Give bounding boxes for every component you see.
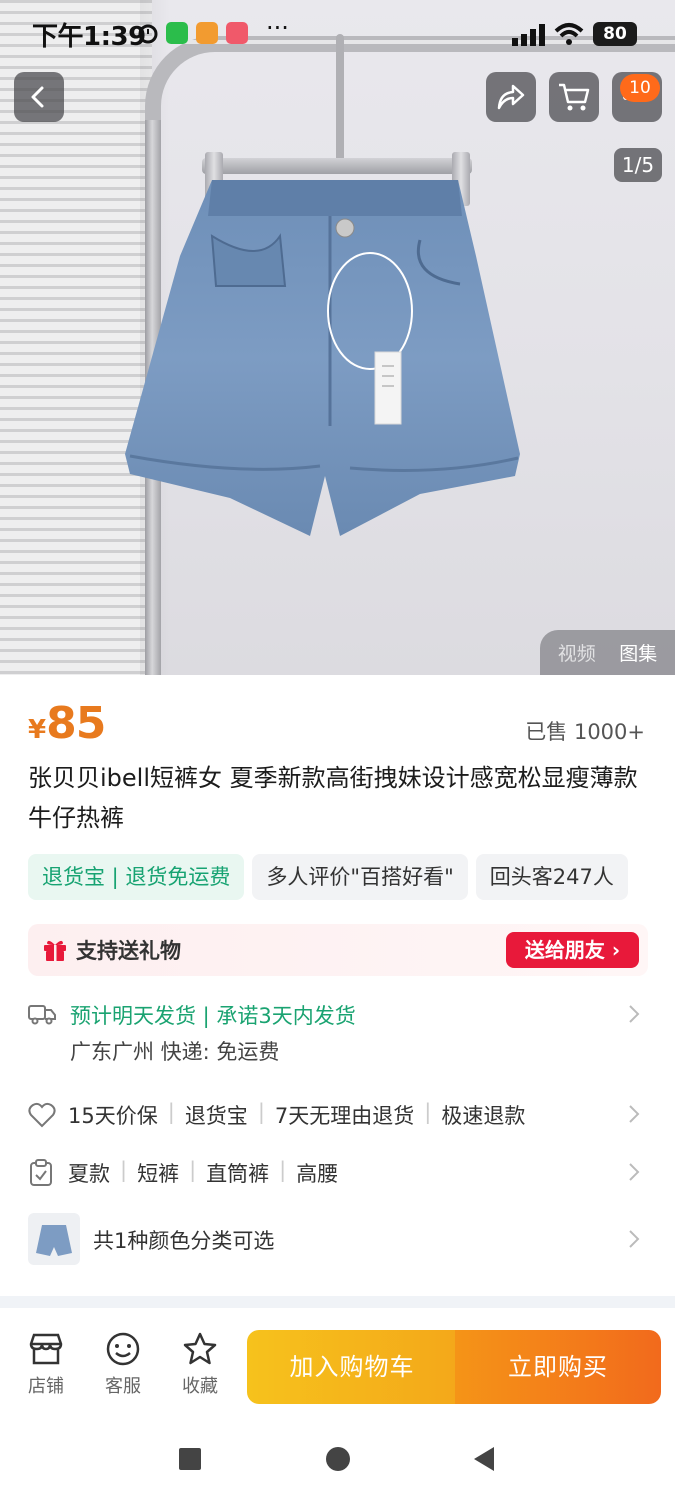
customer-service-label: 客服: [105, 1376, 141, 1397]
wechat-icon: [166, 22, 188, 44]
delivery-truck-icon: [28, 1002, 56, 1030]
star-icon: [183, 1332, 217, 1365]
cart-count-badge: 10: [620, 74, 660, 102]
app-icon: [226, 22, 248, 44]
tag-review-highlight[interactable]: 多人评价"百搭好看": [252, 854, 468, 900]
product-attributes-row[interactable]: 夏款 | 短裤 | 直筒裤 | 高腰: [28, 1158, 648, 1188]
bottom-action-bar: 店铺 客服 收藏 加入购物车 立即购买: [0, 1310, 675, 1420]
signal-icon: [512, 24, 546, 50]
image-page-indicator: 1/5: [614, 148, 662, 182]
back-arrow-icon: [31, 86, 44, 108]
shipping-row[interactable]: 预计明天发货 | 承诺3天内发货 广东广州 快递: 免运费: [28, 1000, 648, 1070]
buy-now-button[interactable]: 立即购买: [455, 1330, 661, 1404]
gift-label: 支持送礼物: [76, 939, 181, 963]
status-bar: 下午1:39 ··· 80: [0, 0, 675, 66]
cart-button[interactable]: [549, 72, 599, 122]
chevron-right-icon: [628, 1104, 640, 1128]
alarm-icon: [137, 22, 159, 44]
store-icon: [29, 1333, 63, 1365]
hanger-bar: [202, 158, 472, 174]
customer-service-icon: [106, 1332, 140, 1366]
price-value: 85: [46, 698, 106, 749]
shipping-origin: 广东广州 快递: 免运费: [70, 1040, 280, 1064]
denim-shorts-image: [125, 180, 520, 536]
attribute-item: 直筒裤: [206, 1162, 270, 1186]
media-tabs: 视频 图集: [540, 630, 675, 675]
tab-video[interactable]: 视频: [558, 639, 596, 666]
chevron-right-icon: [628, 1004, 640, 1028]
store-button[interactable]: 店铺: [16, 1332, 76, 1398]
clipboard-icon: [28, 1159, 54, 1191]
app-icon: [196, 22, 218, 44]
attribute-item: 夏款: [68, 1162, 110, 1186]
sold-count: 已售 1000+: [525, 720, 645, 744]
service-item: 15天价保: [68, 1104, 158, 1128]
color-thumbnail: [28, 1213, 80, 1265]
add-to-cart-button[interactable]: 加入购物车: [247, 1330, 457, 1404]
service-guarantee-row[interactable]: 15天价保 | 退货宝 | 7天无理由退货 | 极速退款: [28, 1100, 648, 1130]
gift-icon: [42, 936, 68, 966]
service-item: 7天无理由退货: [274, 1104, 415, 1128]
battery-indicator: 80: [593, 22, 637, 46]
share-button[interactable]: [486, 72, 536, 122]
wifi-icon: [554, 22, 584, 50]
color-option-text: 共1种颜色分类可选: [93, 1229, 275, 1253]
service-item: 退货宝: [184, 1104, 248, 1128]
shipping-estimate: 预计明天发货 | 承诺3天内发货: [70, 1004, 356, 1028]
product-tags: 退货宝 | 退货免运费 多人评价"百搭好看" 回头客247人: [28, 854, 628, 900]
chevron-right-icon: [628, 1229, 640, 1253]
favorite-label: 收藏: [182, 1376, 218, 1397]
product-image-gallery[interactable]: 下午1:39 ··· 80 10 1/5 视频 图集: [0, 0, 675, 675]
tag-return-insurance[interactable]: 退货宝 | 退货免运费: [28, 854, 245, 900]
favorite-button[interactable]: 收藏: [170, 1332, 230, 1398]
send-to-friend-button[interactable]: 送给朋友 ›: [506, 932, 639, 968]
back-button[interactable]: [14, 72, 64, 122]
tab-gallery[interactable]: 图集: [619, 639, 657, 666]
product-title: 张贝贝ibell短裤女 夏季新款高街拽妹设计感宽松显瘦薄款牛仔热裤: [28, 764, 638, 832]
currency-symbol: ¥: [28, 715, 47, 745]
service-item: 极速退款: [441, 1104, 526, 1128]
share-icon: [497, 84, 525, 110]
attribute-item: 短裤: [137, 1162, 180, 1186]
shopping-cart-icon: [559, 83, 590, 111]
home-button[interactable]: [326, 1447, 350, 1471]
more-notifications-icon: ···: [266, 14, 289, 42]
service-list: 15天价保 | 退货宝 | 7天无理由退货 | 极速退款: [68, 1100, 526, 1128]
recent-apps-button[interactable]: [179, 1448, 201, 1470]
back-nav-button[interactable]: [472, 1446, 496, 1476]
status-time: 下午1:39: [32, 22, 146, 52]
customer-service-button[interactable]: 客服: [93, 1332, 153, 1398]
system-navigation-bar: [0, 1420, 675, 1500]
tag-repeat-customers[interactable]: 回头客247人: [475, 854, 628, 900]
attribute-item: 高腰: [296, 1162, 339, 1186]
color-option-row[interactable]: 共1种颜色分类可选: [28, 1213, 648, 1265]
shield-heart-icon: [28, 1102, 56, 1132]
section-divider: [0, 1296, 675, 1308]
product-price: ¥85: [28, 698, 106, 749]
chevron-right-icon: [628, 1162, 640, 1186]
store-label: 店铺: [28, 1376, 64, 1397]
attribute-list: 夏款 | 短裤 | 直筒裤 | 高腰: [68, 1158, 339, 1186]
gift-banner[interactable]: 支持送礼物 送给朋友 ›: [28, 924, 648, 976]
